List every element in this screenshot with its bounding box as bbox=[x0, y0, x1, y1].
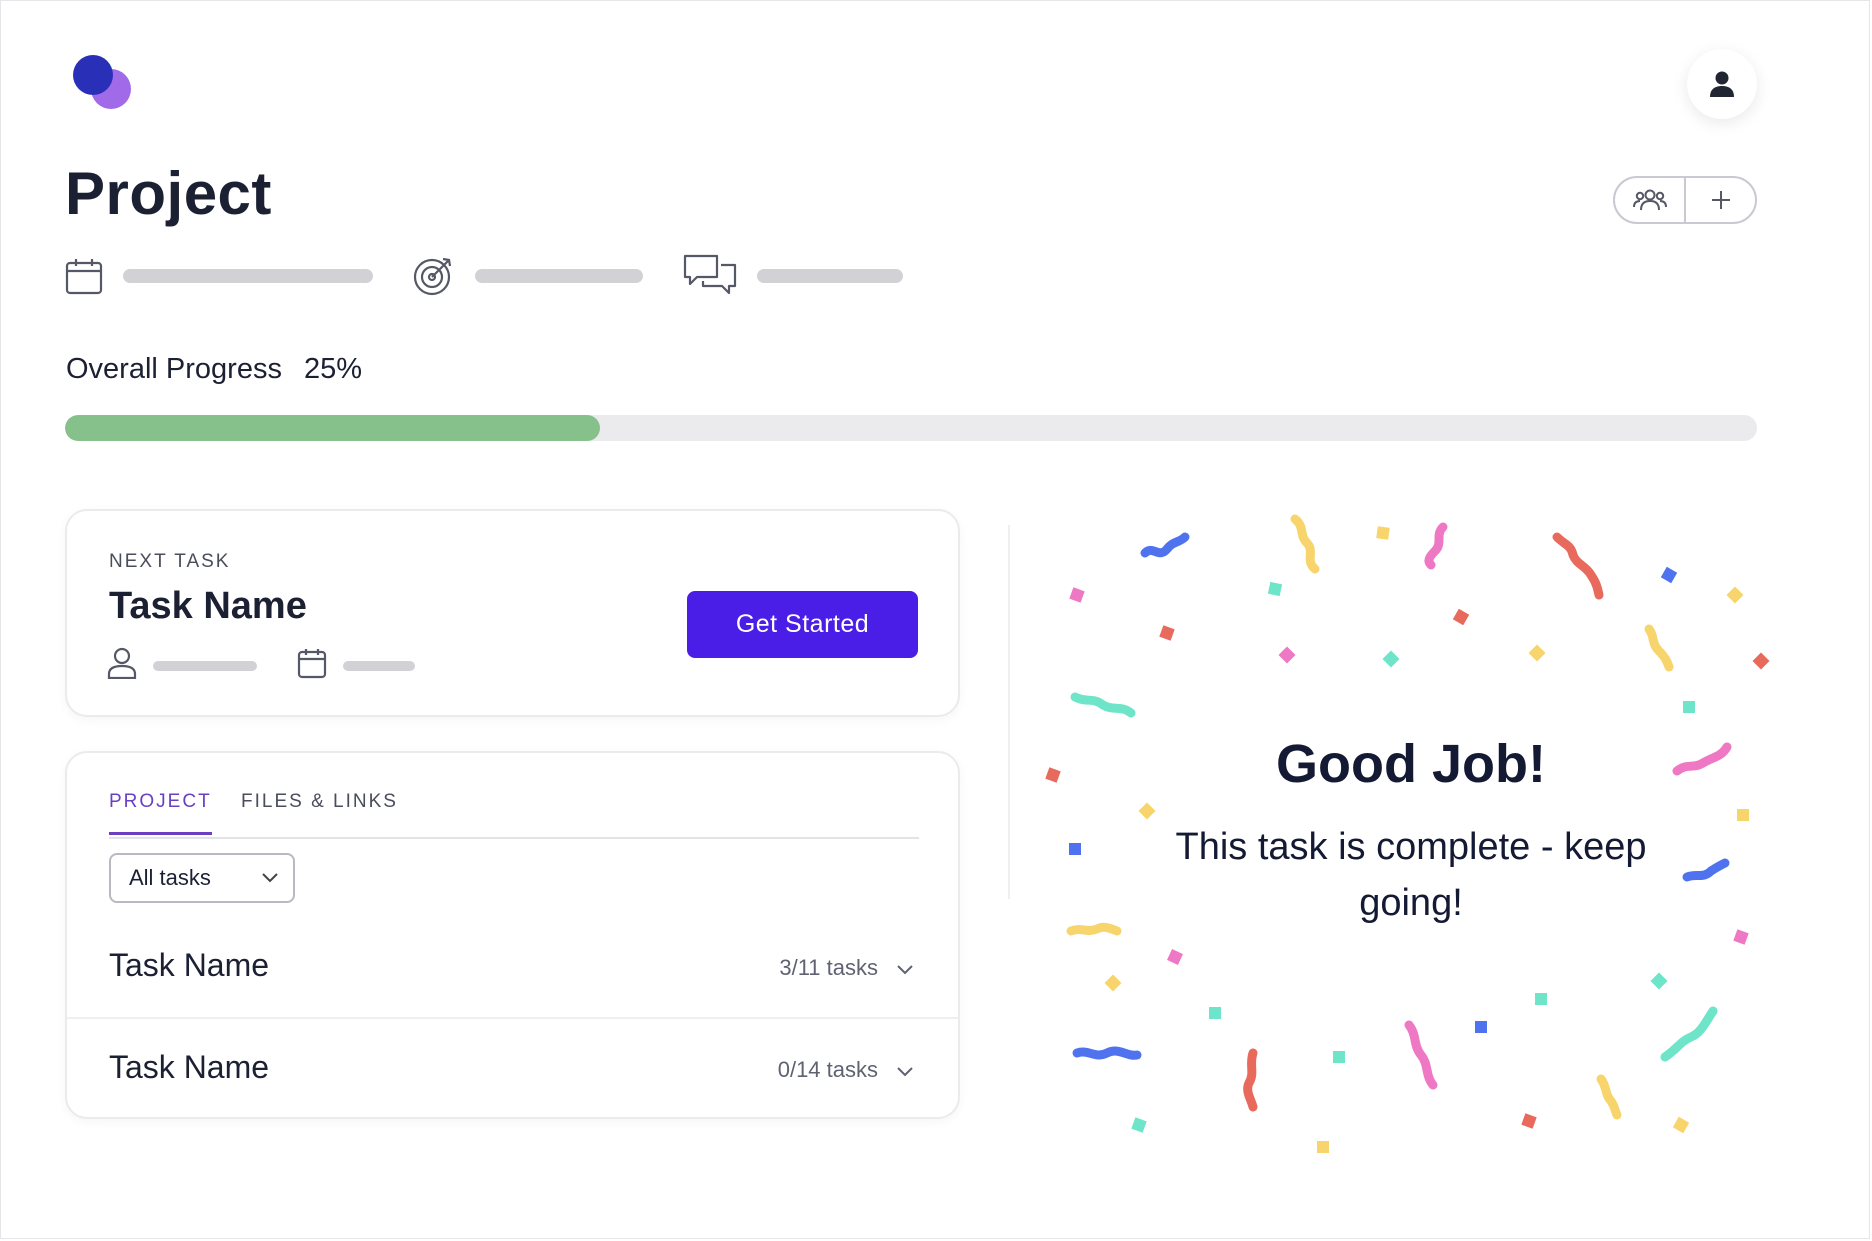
task-row-count: 3/11 tasks bbox=[779, 955, 878, 980]
celebration-title: Good Job! bbox=[1276, 734, 1546, 794]
add-button[interactable] bbox=[1684, 178, 1755, 222]
next-task-meta bbox=[107, 647, 447, 679]
due-date-placeholder bbox=[123, 269, 373, 283]
celebration-message: This task is complete - keep going! bbox=[1175, 826, 1647, 924]
next-task-card: NEXT TASK Task Name Get Started bbox=[65, 509, 960, 717]
progress-title: Overall Progress bbox=[66, 353, 282, 385]
tabs-bar: PROJECT FILES & LINKS bbox=[109, 791, 919, 839]
calendar-icon bbox=[65, 259, 103, 295]
task-row[interactable]: Task Name 0/14 tasks bbox=[67, 1019, 958, 1119]
overall-progress-bar bbox=[65, 415, 1757, 441]
task-filter-value: All tasks bbox=[129, 865, 211, 890]
assignee-placeholder bbox=[153, 661, 257, 671]
task-row-name: Task Name bbox=[109, 1049, 270, 1085]
task-row-name: Task Name bbox=[109, 947, 270, 983]
target-icon bbox=[413, 257, 452, 296]
user-icon bbox=[1710, 71, 1734, 97]
task-filter-select[interactable]: All tasks bbox=[109, 853, 295, 903]
get-started-button[interactable]: Get Started bbox=[687, 591, 918, 658]
app-window: Project Overall Progress 25% NEXT TASK T… bbox=[0, 0, 1870, 1239]
next-task-title: Task Name bbox=[109, 585, 307, 627]
progress-fill bbox=[65, 415, 600, 441]
calendar-icon bbox=[297, 649, 327, 679]
team-members-button[interactable] bbox=[1615, 178, 1684, 222]
next-task-label: NEXT TASK bbox=[109, 551, 231, 572]
comments-placeholder bbox=[757, 269, 903, 283]
project-actions-group bbox=[1613, 176, 1757, 224]
tab-project[interactable]: PROJECT bbox=[109, 791, 212, 835]
chevron-down-icon[interactable] bbox=[896, 1065, 914, 1077]
chat-bubbles-icon bbox=[683, 254, 737, 295]
due-date-placeholder bbox=[343, 661, 415, 671]
task-row-count: 0/14 tasks bbox=[777, 1057, 878, 1082]
chevron-down-icon bbox=[262, 873, 278, 883]
team-icon bbox=[1632, 189, 1667, 211]
overlapping-circles-logo bbox=[73, 55, 131, 109]
page-title: Project bbox=[65, 160, 272, 227]
tasks-panel-card: PROJECT FILES & LINKS All tasks Task Nam… bbox=[65, 751, 960, 1119]
tab-files-links[interactable]: FILES & LINKS bbox=[241, 791, 398, 823]
task-row[interactable]: Task Name 3/11 tasks bbox=[67, 917, 958, 1019]
overall-progress-label: Overall Progress 25% bbox=[66, 353, 362, 386]
plus-icon bbox=[1711, 191, 1730, 209]
profile-button[interactable] bbox=[1687, 49, 1757, 119]
progress-percent: 25% bbox=[303, 353, 363, 385]
goal-placeholder bbox=[475, 269, 643, 283]
user-outline-icon bbox=[107, 647, 137, 679]
panel-divider bbox=[1008, 525, 1010, 899]
chevron-down-icon[interactable] bbox=[896, 963, 914, 975]
